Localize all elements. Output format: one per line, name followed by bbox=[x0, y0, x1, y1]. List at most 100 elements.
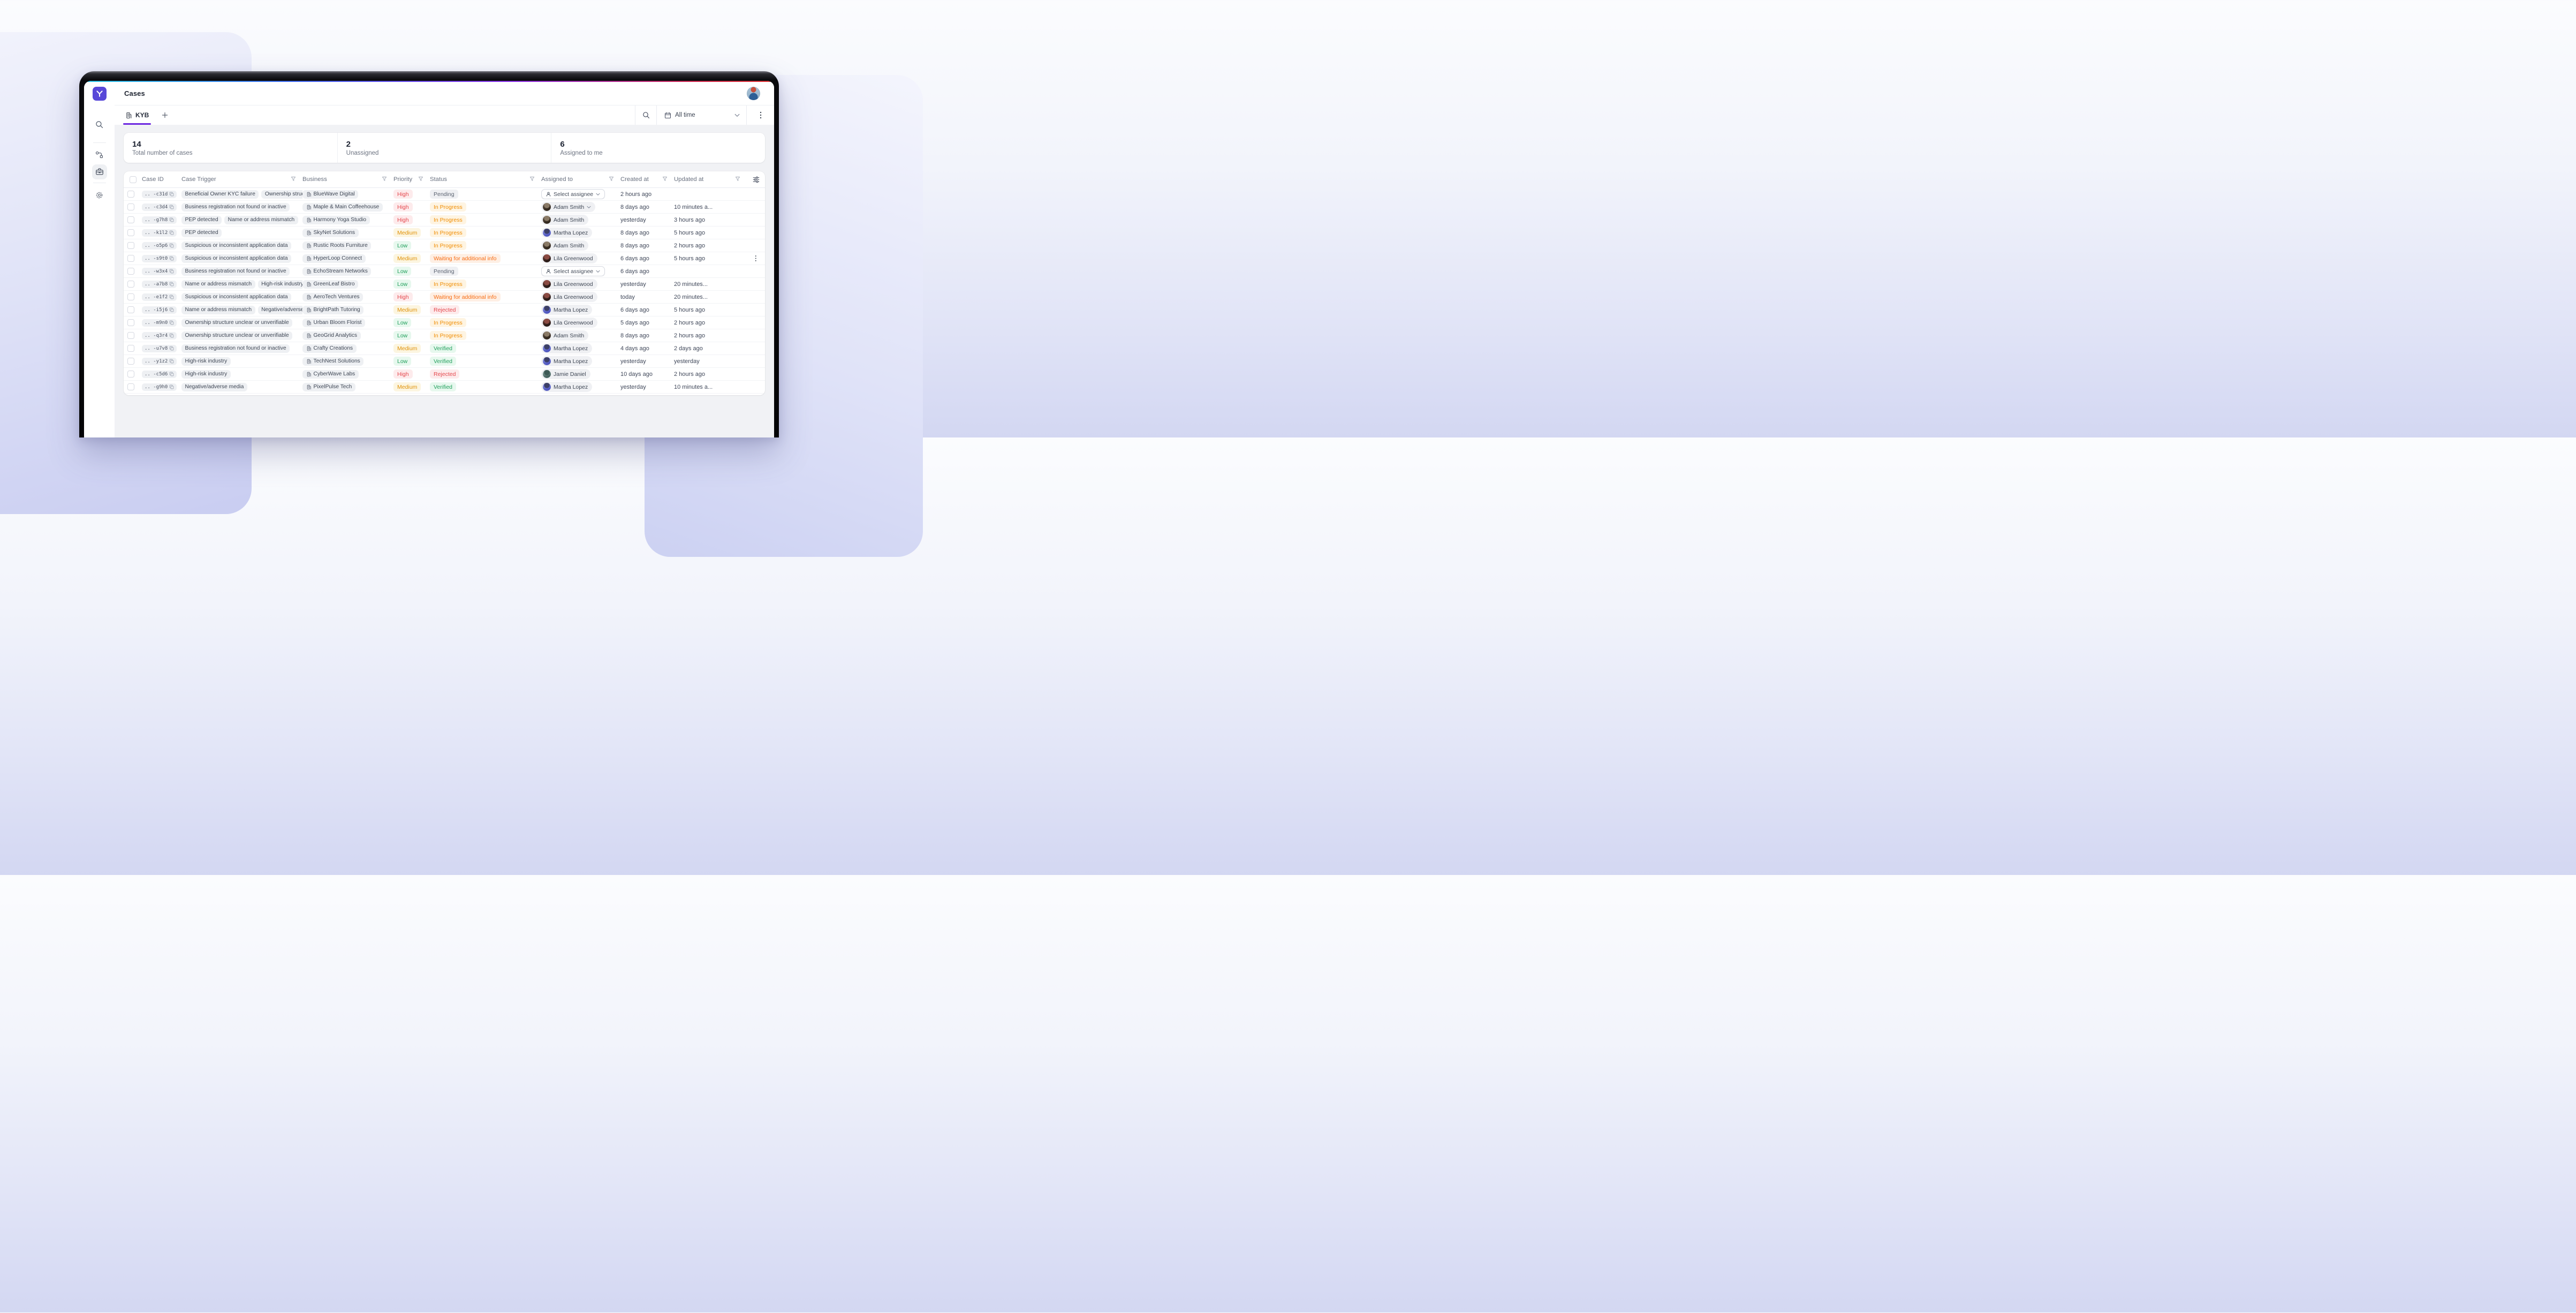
case-id-chip[interactable]: .. -u7v8 bbox=[142, 345, 177, 352]
table-row[interactable]: .. -a7b8 Name or address mismatchHigh-ri… bbox=[124, 278, 765, 291]
column-settings-button[interactable] bbox=[747, 176, 765, 183]
priority-badge: Low bbox=[393, 357, 411, 366]
case-id-chip[interactable]: .. -i5j6 bbox=[142, 306, 177, 314]
case-id-chip[interactable]: .. -m9n0 bbox=[142, 319, 177, 327]
table-row[interactable]: .. -g7h8 PEP detectedName or address mis… bbox=[124, 214, 765, 227]
filter-funnel-icon[interactable] bbox=[291, 176, 296, 183]
row-checkbox[interactable] bbox=[127, 332, 134, 339]
table-row[interactable]: .. -s9t0 Suspicious or inconsistent appl… bbox=[124, 252, 765, 265]
updated-at-value: 2 days ago bbox=[674, 345, 703, 352]
assignee-dropdown[interactable]: Martha Lopez bbox=[541, 356, 592, 366]
case-id-chip[interactable]: .. -k1l2 bbox=[142, 229, 177, 237]
row-actions-button[interactable] bbox=[753, 254, 759, 263]
case-id-chip[interactable]: .. -o5p6 bbox=[142, 242, 177, 250]
row-checkbox[interactable] bbox=[127, 319, 134, 326]
row-checkbox[interactable] bbox=[127, 345, 134, 352]
building-icon bbox=[306, 359, 312, 364]
sidebar-item-search[interactable] bbox=[92, 117, 107, 132]
filter-funnel-icon[interactable] bbox=[529, 176, 535, 183]
kebab-menu-icon bbox=[760, 111, 762, 119]
row-checkbox[interactable] bbox=[127, 255, 134, 262]
case-id-chip[interactable]: .. -w3x4 bbox=[142, 268, 177, 275]
table-row[interactable]: .. -c5d6 High-risk industry CyberWave La… bbox=[124, 368, 765, 381]
case-id-chip[interactable]: .. -g9h0 bbox=[142, 383, 177, 391]
row-checkbox[interactable] bbox=[127, 203, 134, 210]
assignee-dropdown[interactable]: Lila Greenwood bbox=[541, 318, 597, 328]
case-id-chip[interactable]: .. -e1f2 bbox=[142, 293, 177, 301]
priority-badge: High bbox=[393, 215, 413, 224]
case-id-chip[interactable]: .. -c31d bbox=[142, 191, 177, 198]
table-row[interactable]: .. -k1l2 PEP detected SkyNet Solutions M… bbox=[124, 227, 765, 239]
filter-funnel-icon[interactable] bbox=[609, 176, 614, 183]
case-id-chip[interactable]: .. -q3r4 bbox=[142, 332, 177, 339]
table-row[interactable]: .. -e1f2 Suspicious or inconsistent appl… bbox=[124, 291, 765, 304]
select-assignee-button[interactable]: Select assignee bbox=[541, 189, 605, 199]
row-checkbox[interactable] bbox=[127, 371, 134, 378]
filter-funnel-icon bbox=[418, 176, 423, 182]
business-name: CyberWave Labs bbox=[314, 371, 355, 377]
case-trigger-chip: Business registration not found or inact… bbox=[181, 203, 290, 212]
search-button[interactable] bbox=[635, 105, 656, 125]
row-checkbox[interactable] bbox=[127, 293, 134, 300]
table-row[interactable]: .. -u7v8 Business registration not found… bbox=[124, 342, 765, 355]
table-row[interactable]: .. -y1z2 High-risk industry TechNest Sol… bbox=[124, 355, 765, 368]
stat-assigned-to-me: 6 Assigned to me bbox=[551, 133, 765, 163]
assignee-dropdown[interactable]: Martha Lopez bbox=[541, 382, 592, 392]
filter-funnel-icon[interactable] bbox=[382, 176, 387, 183]
table-row[interactable]: .. -c3d4 Business registration not found… bbox=[124, 201, 765, 214]
app-logo[interactable] bbox=[93, 87, 107, 101]
stat-value: 14 bbox=[132, 140, 329, 149]
case-id-chip[interactable]: .. -y1z2 bbox=[142, 358, 177, 365]
table-row[interactable]: .. -i5j6 Name or address mismatchNegativ… bbox=[124, 304, 765, 316]
row-checkbox[interactable] bbox=[127, 358, 134, 365]
table-row[interactable]: .. -q3r4 Ownership structure unclear or … bbox=[124, 329, 765, 342]
table-row[interactable]: .. -m9n0 Ownership structure unclear or … bbox=[124, 316, 765, 329]
row-checkbox[interactable] bbox=[127, 383, 134, 390]
more-options-button[interactable] bbox=[746, 105, 774, 125]
business-name: Rustic Roots Furniture bbox=[314, 243, 368, 248]
add-tab-button[interactable] bbox=[162, 112, 168, 118]
case-id-chip[interactable]: .. -c5d6 bbox=[142, 371, 177, 378]
select-all-checkbox[interactable] bbox=[130, 176, 137, 183]
row-checkbox[interactable] bbox=[127, 281, 134, 288]
case-id-chip[interactable]: .. -a7b8 bbox=[142, 281, 177, 288]
assignee-dropdown[interactable]: Martha Lopez bbox=[541, 228, 592, 238]
assignee-dropdown[interactable]: Adam Smith bbox=[541, 240, 588, 251]
filter-funnel-icon[interactable] bbox=[735, 176, 740, 183]
case-id-chip[interactable]: .. -g7h8 bbox=[142, 216, 177, 224]
sidebar-item-settings[interactable] bbox=[92, 187, 107, 202]
row-checkbox[interactable] bbox=[127, 216, 134, 223]
filter-funnel-icon[interactable] bbox=[662, 176, 668, 183]
row-checkbox[interactable] bbox=[127, 268, 134, 275]
assignee-dropdown[interactable]: Jamie Daniel bbox=[541, 369, 590, 379]
assignee-dropdown[interactable]: Martha Lopez bbox=[541, 305, 592, 315]
row-checkbox[interactable] bbox=[127, 229, 134, 236]
copy-icon bbox=[169, 205, 174, 209]
sidebar-item-workflows[interactable] bbox=[92, 147, 107, 162]
assignee-dropdown[interactable]: Martha Lopez bbox=[541, 343, 592, 353]
date-filter-dropdown[interactable]: All time bbox=[656, 105, 746, 125]
assignee-dropdown[interactable]: Adam Smith bbox=[541, 215, 588, 225]
assignee-dropdown[interactable]: Adam Smith bbox=[541, 202, 595, 212]
assignee-dropdown[interactable]: Lila Greenwood bbox=[541, 253, 597, 263]
created-at-value: 6 days ago bbox=[620, 255, 649, 262]
select-assignee-button[interactable]: Select assignee bbox=[541, 266, 605, 276]
row-checkbox[interactable] bbox=[127, 242, 134, 249]
tab-kyb[interactable]: KYB bbox=[124, 105, 150, 125]
case-id-chip[interactable]: .. -c3d4 bbox=[142, 203, 177, 211]
user-avatar[interactable] bbox=[747, 87, 760, 100]
table-row[interactable]: .. -c31d Beneficial Owner KYC failureOwn… bbox=[124, 188, 765, 201]
row-checkbox[interactable] bbox=[127, 191, 134, 198]
table-row[interactable]: .. -o5p6 Suspicious or inconsistent appl… bbox=[124, 239, 765, 252]
assignee-dropdown[interactable]: Lila Greenwood bbox=[541, 292, 597, 302]
table-row[interactable]: .. -w3x4 Business registration not found… bbox=[124, 265, 765, 278]
assignee-dropdown[interactable]: Adam Smith bbox=[541, 330, 588, 341]
table-row[interactable]: .. -g9h0 Negative/adverse media PixelPul… bbox=[124, 381, 765, 394]
filter-funnel-icon[interactable] bbox=[418, 176, 423, 183]
row-checkbox[interactable] bbox=[127, 306, 134, 313]
case-id-chip[interactable]: .. -s9t0 bbox=[142, 255, 177, 262]
status-badge: Rejected bbox=[430, 369, 459, 379]
assignee-dropdown[interactable]: Lila Greenwood bbox=[541, 279, 597, 289]
sidebar-item-cases[interactable] bbox=[92, 164, 107, 179]
building-icon bbox=[306, 346, 312, 351]
